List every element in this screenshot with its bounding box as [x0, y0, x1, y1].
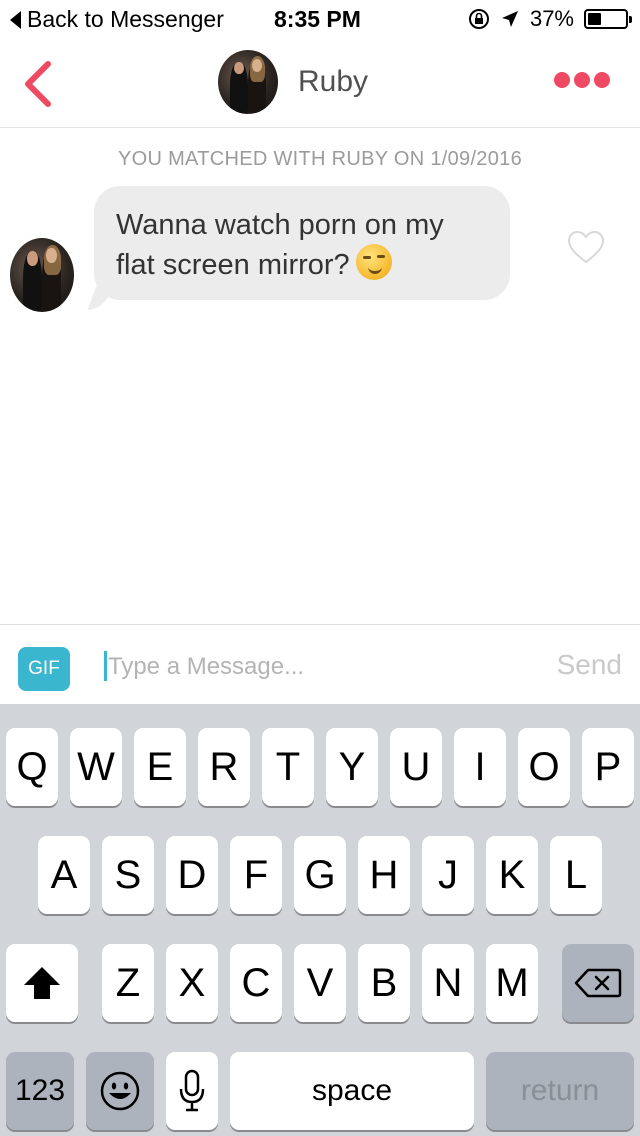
key-label: Z: [115, 960, 141, 1005]
key-label: O: [528, 744, 560, 789]
delete-key[interactable]: [562, 944, 634, 1022]
key-label: J: [438, 852, 458, 897]
message-text: Wanna watch porn on my flat screen mirro…: [116, 209, 444, 281]
location-arrow-icon: [501, 11, 518, 27]
key-label: X: [178, 960, 206, 1005]
text-cursor: [104, 651, 107, 681]
key-label: U: [401, 744, 431, 789]
numbers-key-label: 123: [14, 1074, 66, 1107]
chat-header: Ruby: [0, 40, 640, 128]
key-y[interactable]: Y: [326, 728, 378, 806]
key-b[interactable]: B: [358, 944, 410, 1022]
message-input[interactable]: [108, 647, 528, 687]
key-label: P: [594, 744, 622, 789]
return-key[interactable]: return: [486, 1052, 634, 1130]
key-z[interactable]: Z: [102, 944, 154, 1022]
back-to-messenger-link[interactable]: Back to Messenger: [10, 6, 224, 33]
shift-arrow-icon: [24, 967, 60, 999]
key-label: D: [177, 852, 207, 897]
key-label: L: [564, 852, 588, 897]
key-v[interactable]: V: [294, 944, 346, 1022]
key-f[interactable]: F: [230, 836, 282, 914]
message-composer: GIF Send: [0, 624, 640, 704]
key-i[interactable]: I: [454, 728, 506, 806]
match-banner: YOU MATCHED WITH RUBY ON 1/09/2016: [118, 148, 522, 170]
space-key[interactable]: space: [230, 1052, 474, 1130]
key-n[interactable]: N: [422, 944, 474, 1022]
key-label: F: [243, 852, 269, 897]
key-label: H: [369, 852, 399, 897]
key-w[interactable]: W: [70, 728, 122, 806]
key-l[interactable]: L: [550, 836, 602, 914]
key-u[interactable]: U: [390, 728, 442, 806]
key-c[interactable]: C: [230, 944, 282, 1022]
key-label: N: [433, 960, 463, 1005]
gif-button[interactable]: GIF: [18, 647, 70, 691]
send-button[interactable]: Send: [557, 649, 622, 681]
key-s[interactable]: S: [102, 836, 154, 914]
key-e[interactable]: E: [134, 728, 186, 806]
key-label: W: [77, 744, 115, 789]
status-bar: Back to Messenger 8:35 PM 37%: [0, 0, 640, 40]
key-k[interactable]: K: [486, 836, 538, 914]
key-q[interactable]: Q: [6, 728, 58, 806]
key-label: R: [209, 744, 239, 789]
key-t[interactable]: T: [262, 728, 314, 806]
key-label: Q: [16, 744, 48, 789]
keyboard: Q W E R T Y U I O P A S D F G H J K L Z …: [0, 704, 640, 1136]
profile-link[interactable]: Ruby: [218, 50, 368, 114]
status-time: 8:35 PM: [274, 6, 361, 32]
emoji-face-icon: [100, 1071, 140, 1111]
key-label: I: [474, 744, 486, 789]
key-label: M: [495, 960, 529, 1005]
key-label: Y: [338, 744, 366, 789]
battery-level: [588, 13, 602, 25]
key-j[interactable]: J: [422, 836, 474, 914]
return-key-label: return: [520, 1074, 600, 1107]
key-label: G: [304, 852, 336, 897]
key-g[interactable]: G: [294, 836, 346, 914]
key-o[interactable]: O: [518, 728, 570, 806]
more-options-icon[interactable]: [554, 72, 610, 88]
key-label: C: [241, 960, 271, 1005]
status-indicators: 37%: [468, 6, 632, 32]
key-label: V: [306, 960, 334, 1005]
back-chevron-icon[interactable]: [18, 60, 58, 108]
key-p[interactable]: P: [582, 728, 634, 806]
key-m[interactable]: M: [486, 944, 538, 1022]
heart-like-icon[interactable]: [566, 228, 606, 268]
key-x[interactable]: X: [166, 944, 218, 1022]
key-r[interactable]: R: [198, 728, 250, 806]
shift-key[interactable]: [6, 944, 78, 1022]
numbers-key[interactable]: 123: [6, 1052, 74, 1130]
key-label: B: [370, 960, 398, 1005]
back-to-messenger-label: Back to Messenger: [27, 6, 224, 32]
battery-percent: 37%: [529, 6, 574, 31]
back-triangle-icon: [10, 10, 21, 29]
emoji-key[interactable]: [86, 1052, 154, 1130]
backspace-icon: [574, 968, 622, 998]
avatar[interactable]: [218, 50, 278, 114]
orientation-lock-icon: [468, 9, 489, 29]
microphone-icon: [179, 1069, 205, 1112]
key-label: T: [275, 744, 301, 789]
space-key-label: space: [311, 1074, 393, 1107]
key-h[interactable]: H: [358, 836, 410, 914]
contact-name: Ruby: [298, 65, 369, 98]
smirk-emoji-icon: [355, 244, 392, 280]
key-label: A: [50, 852, 78, 897]
key-label: K: [498, 852, 526, 897]
dictation-key[interactable]: [166, 1052, 218, 1130]
message-avatar[interactable]: [10, 238, 74, 312]
battery-icon: [584, 9, 632, 29]
key-label: E: [146, 744, 174, 789]
message-bubble: Wanna watch porn on my flat screen mirro…: [94, 186, 510, 300]
key-d[interactable]: D: [166, 836, 218, 914]
key-a[interactable]: A: [38, 836, 90, 914]
key-label: S: [114, 852, 142, 897]
